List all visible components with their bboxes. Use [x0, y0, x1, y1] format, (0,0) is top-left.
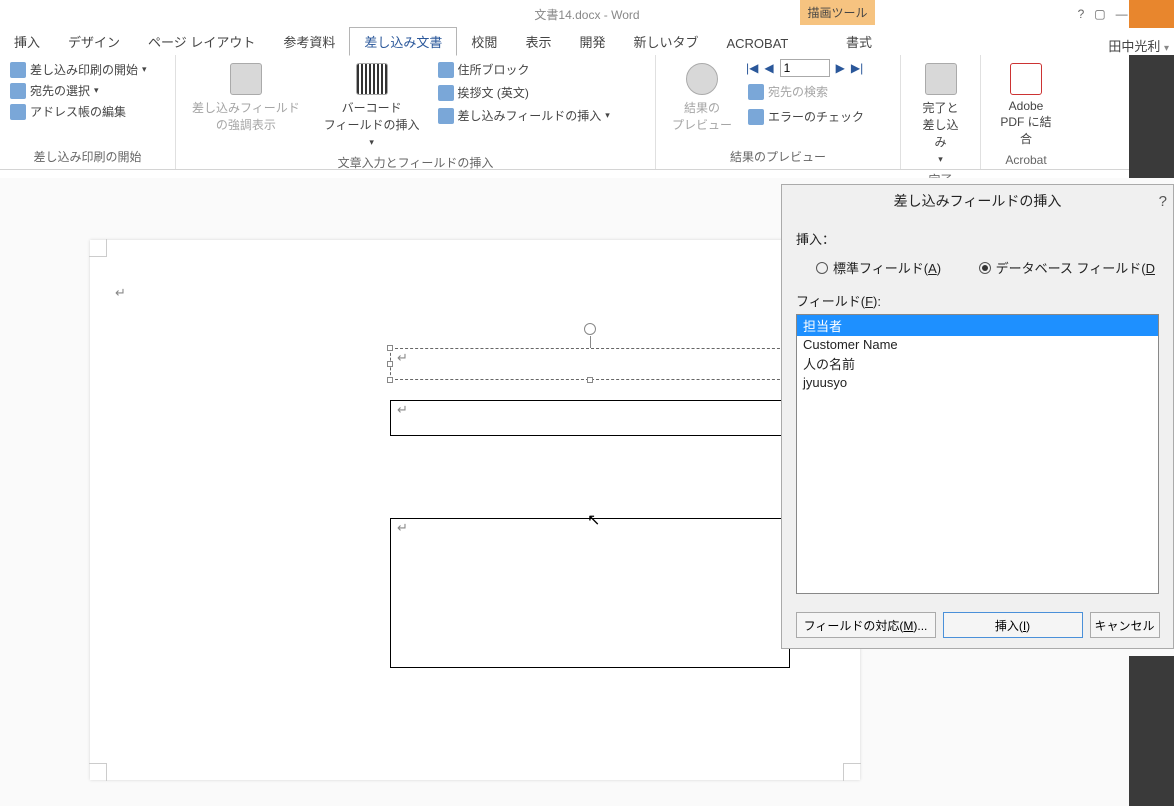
preview-results-button: 結果の プレビュー: [664, 59, 740, 137]
fields-label: フィールド(F):: [796, 287, 1159, 314]
title-bar: 文書14.docx - Word 描画ツール ? ▢ — ▭ ✕: [0, 0, 1174, 28]
last-record-icon[interactable]: ▶|: [851, 61, 863, 75]
resize-handle[interactable]: [587, 377, 593, 383]
next-record-icon[interactable]: ▶: [836, 61, 845, 75]
ribbon: 差し込み印刷の開始▾ 宛先の選択▾ アドレス帳の編集 差し込み印刷の開始 差し込…: [0, 55, 1174, 170]
finish-icon: [925, 63, 957, 95]
search-icon: [748, 84, 764, 100]
resize-handle[interactable]: [387, 377, 393, 383]
group-preview-results: 結果の プレビュー |◀ ◀ ▶ ▶| 宛先の検索 エラーのチェック 結果のプレ…: [656, 55, 901, 169]
find-recipient-button: 宛先の検索: [746, 81, 866, 102]
highlight-merge-fields-button: 差し込みフィールド の強調表示: [184, 59, 308, 137]
contextual-tool-tab: 描画ツール: [800, 0, 875, 25]
radio-icon: [816, 262, 828, 274]
tab-acrobat[interactable]: ACROBAT: [712, 32, 802, 55]
address-book-icon: [10, 104, 26, 120]
user-account[interactable]: 田中光利 ▾: [1108, 36, 1169, 55]
list-item[interactable]: jyuusyo: [797, 374, 1158, 391]
dark-strip: [1129, 55, 1174, 178]
tab-review[interactable]: 校閲: [457, 28, 511, 55]
paragraph-mark: ↵: [391, 344, 414, 371]
tab-insert[interactable]: 挿入: [0, 28, 54, 55]
first-record-icon[interactable]: |◀: [746, 61, 758, 75]
dialog-help-icon[interactable]: ?: [1159, 193, 1167, 210]
group-acrobat: Adobe PDF に結合 Acrobat: [981, 55, 1071, 169]
group-start-mail-merge: 差し込み印刷の開始▾ 宛先の選択▾ アドレス帳の編集 差し込み印刷の開始: [0, 55, 176, 169]
highlight-fields-icon: [230, 63, 262, 95]
accent-strip: [1129, 0, 1174, 28]
dark-strip: [1129, 656, 1174, 806]
user-name: 田中光利: [1108, 39, 1160, 54]
textbox[interactable]: ↵: [390, 518, 790, 668]
list-item[interactable]: 担当者: [797, 315, 1158, 336]
check-errors-button[interactable]: エラーのチェック: [746, 106, 866, 127]
textbox[interactable]: ↵: [390, 400, 790, 436]
barcode-icon: [356, 63, 388, 95]
finish-merge-button[interactable]: 完了と 差し込み▾: [909, 59, 972, 169]
insert-merge-field-button[interactable]: 差し込みフィールドの挿入▾: [436, 105, 612, 126]
tab-new[interactable]: 新しいタブ: [619, 28, 712, 55]
list-item[interactable]: 人の名前: [797, 353, 1158, 374]
tab-references[interactable]: 参考資料: [269, 28, 349, 55]
dialog-title-bar[interactable]: 差し込みフィールドの挿入 ?: [782, 185, 1173, 217]
minimize-icon[interactable]: —: [1116, 7, 1128, 21]
tab-developer[interactable]: 開発: [565, 28, 619, 55]
margin-corner: [89, 763, 107, 781]
edit-recipient-list-button[interactable]: アドレス帳の編集: [8, 101, 167, 122]
address-block-icon: [438, 62, 454, 78]
paragraph-mark: ↵: [391, 514, 414, 541]
margin-corner: [843, 763, 861, 781]
address-block-button[interactable]: 住所ブロック: [436, 59, 612, 80]
help-icon[interactable]: ?: [1078, 7, 1085, 21]
select-recipients-button[interactable]: 宛先の選択▾: [8, 80, 167, 101]
greeting-icon: [438, 85, 454, 101]
match-fields-button[interactable]: フィールドの対応(M)...: [796, 612, 936, 638]
margin-corner: [89, 239, 107, 257]
pdf-icon: [1010, 63, 1042, 95]
prev-record-icon[interactable]: ◀: [764, 61, 773, 75]
tab-view[interactable]: 表示: [511, 28, 565, 55]
tab-page-layout[interactable]: ページ レイアウト: [134, 28, 269, 55]
paragraph-mark: ↵: [391, 396, 414, 423]
tab-design[interactable]: デザイン: [54, 28, 134, 55]
mouse-cursor-icon: ↖: [587, 510, 600, 530]
fields-listbox[interactable]: 担当者 Customer Name 人の名前 jyuusyo: [796, 314, 1159, 594]
ribbon-tabs: 挿入 デザイン ページ レイアウト 参考資料 差し込み文書 校閲 表示 開発 新…: [0, 28, 1174, 55]
record-nav: |◀ ◀ ▶ ▶|: [746, 59, 866, 77]
ribbon-display-options-icon[interactable]: ▢: [1094, 7, 1105, 21]
resize-handle[interactable]: [387, 361, 393, 367]
textbox-selected[interactable]: ↵: [390, 348, 790, 380]
page: ↵ ↵ ↵ ↵ ↖: [90, 240, 860, 780]
mail-merge-icon: [10, 62, 26, 78]
insert-button[interactable]: 挿入(I): [943, 612, 1083, 638]
cancel-button[interactable]: キャンセル: [1090, 612, 1160, 638]
document-title: 文書14.docx - Word: [534, 6, 639, 23]
paragraph-mark: ↵: [115, 285, 126, 301]
radio-database-fields[interactable]: データベース フィールド(D: [979, 258, 1155, 277]
group-write-insert-fields: 差し込みフィールド の強調表示 バーコード フィールドの挿入▾ 住所ブロック 挨…: [176, 55, 656, 169]
preview-icon: [686, 63, 718, 95]
greeting-line-button[interactable]: 挨拶文 (英文): [436, 82, 612, 103]
chevron-down-icon: ▾: [1164, 43, 1169, 54]
insert-merge-field-dialog: 差し込みフィールドの挿入 ? 挿入： 標準フィールド(A) データベース フィー…: [781, 184, 1174, 649]
dialog-title: 差し込みフィールドの挿入: [894, 191, 1062, 211]
list-item[interactable]: Customer Name: [797, 336, 1158, 353]
barcode-field-button[interactable]: バーコード フィールドの挿入▾: [316, 59, 428, 152]
check-errors-icon: [748, 109, 764, 125]
tab-mailings[interactable]: 差し込み文書: [349, 27, 457, 56]
radio-address-fields[interactable]: 標準フィールド(A): [816, 258, 941, 277]
recipients-icon: [10, 83, 26, 99]
tab-format[interactable]: 書式: [832, 28, 886, 55]
resize-handle[interactable]: [387, 345, 393, 351]
group-finish: 完了と 差し込み▾ 完了: [901, 55, 981, 169]
record-number-input[interactable]: [780, 59, 830, 77]
start-mail-merge-button[interactable]: 差し込み印刷の開始▾: [8, 59, 167, 80]
merge-field-icon: [438, 108, 454, 124]
radio-icon: [979, 262, 991, 274]
rotation-handle[interactable]: [584, 323, 596, 335]
insert-label: 挿入：: [796, 225, 1159, 252]
merge-to-pdf-button[interactable]: Adobe PDF に結合: [989, 59, 1063, 151]
